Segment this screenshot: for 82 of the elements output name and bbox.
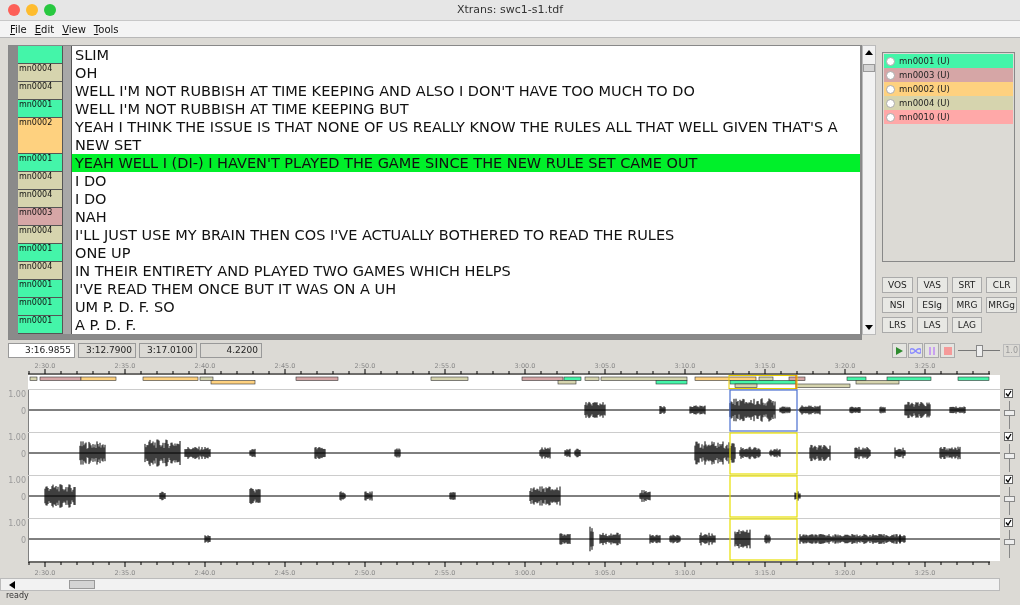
scale-label: 1.00 — [8, 476, 26, 485]
radio-button[interactable] — [886, 98, 895, 108]
scale-label: 1.00 — [8, 519, 26, 528]
slider-thumb[interactable] — [1004, 409, 1015, 416]
speaker-cell[interactable]: mn0001 — [18, 280, 62, 298]
scale-label: 1.00 — [8, 390, 26, 399]
maximize-icon[interactable] — [44, 4, 56, 16]
menu-item[interactable]: Tools — [93, 21, 119, 37]
radio-button[interactable] — [886, 70, 895, 80]
slider-thumb[interactable] — [1004, 452, 1015, 459]
checkbox[interactable] — [1004, 475, 1013, 484]
status-text: ready — [6, 591, 30, 601]
command-button[interactable]: CLR — [986, 277, 1017, 293]
speaker-cell[interactable]: mn0004 — [18, 82, 62, 100]
speed-value: 1.0 — [1003, 344, 1020, 357]
gain-slider[interactable] — [1004, 487, 1015, 515]
slider-thumb[interactable] — [1004, 495, 1015, 502]
gain-slider[interactable] — [1004, 444, 1015, 472]
checkbox[interactable] — [1004, 518, 1013, 527]
speaker-cell[interactable]: mn0004 — [18, 190, 62, 208]
speaker-cell[interactable]: mn0004 — [18, 226, 62, 244]
command-button[interactable]: MRGg — [986, 297, 1017, 313]
stop-button[interactable] — [940, 343, 956, 358]
time-display: 4.2200 — [200, 343, 262, 358]
slider-thumb[interactable] — [1004, 538, 1015, 545]
menu-item[interactable]: Edit — [34, 21, 55, 37]
menu-item[interactable]: View — [62, 21, 86, 37]
checkbox[interactable] — [1004, 432, 1013, 441]
command-button[interactable]: NSI — [882, 297, 913, 313]
pause-button[interactable] — [924, 343, 940, 358]
speaker-item[interactable]: mn0010 (U) — [884, 110, 1013, 124]
speaker-cell[interactable]: mn0001 — [18, 154, 62, 172]
play-button[interactable] — [892, 343, 908, 358]
speaker-cell[interactable]: mn0004 — [18, 262, 62, 280]
scroll-thumb[interactable] — [863, 64, 875, 72]
scroll-left-icon[interactable] — [7, 579, 17, 590]
gutter-cell — [62, 46, 72, 64]
speaker-item[interactable]: mn0001 (U) — [884, 54, 1013, 68]
loop-button[interactable] — [908, 343, 924, 358]
speaker-cell[interactable]: mn0002 — [18, 118, 62, 154]
speaker-cell[interactable]: mn0001 — [18, 100, 62, 118]
command-button[interactable]: ESIg — [916, 297, 948, 313]
command-button[interactable]: VAS — [916, 277, 948, 293]
time-field[interactable]: 3:16.9855 — [8, 343, 75, 358]
speaker-item[interactable]: mn0002 (U) — [884, 82, 1013, 96]
command-button[interactable]: MRG — [951, 297, 983, 313]
speaker-cell[interactable]: mn0001 — [18, 244, 62, 262]
command-button[interactable]: LRS — [882, 317, 913, 333]
speed-slider[interactable] — [958, 344, 1001, 357]
gutter-cell — [62, 316, 72, 334]
stop-icon — [943, 346, 952, 355]
checkbox[interactable] — [1004, 389, 1013, 398]
command-button[interactable]: VOS — [882, 277, 913, 293]
speaker-cell[interactable]: mn0003 — [18, 208, 62, 226]
command-button[interactable]: SRT — [951, 277, 983, 293]
speaker-cell[interactable]: mn0001 — [18, 298, 62, 316]
window-title: Xtrans: swc1-s1.tdf — [456, 1, 564, 18]
scrollbar[interactable] — [862, 45, 876, 335]
speaker-item[interactable]: mn0004 (U) — [884, 96, 1013, 110]
speaker-cell[interactable]: mn0004 — [18, 64, 62, 82]
speaker-item[interactable]: mn0003 (U) — [884, 68, 1013, 82]
menu-item[interactable]: File — [10, 21, 27, 37]
radio-button[interactable] — [886, 56, 895, 66]
close-icon[interactable] — [8, 4, 20, 16]
speaker-cell[interactable]: mn0001 — [18, 316, 62, 334]
command-button[interactable]: LAS — [916, 317, 948, 333]
horizontal-scrollbar[interactable] — [0, 578, 1000, 591]
play-icon — [896, 346, 904, 355]
radio-button[interactable] — [886, 112, 895, 122]
command-button[interactable]: LAG — [951, 317, 983, 333]
gain-slider[interactable] — [1004, 401, 1015, 429]
speaker-cell[interactable] — [18, 46, 62, 64]
radio-button[interactable] — [886, 84, 895, 94]
loop-icon — [910, 347, 922, 354]
pause-icon — [928, 346, 935, 355]
speaker-cell[interactable]: mn0004 — [18, 172, 62, 190]
time-display: 3:17.0100 — [139, 343, 197, 358]
time-display: 3:12.7900 — [78, 343, 136, 358]
slider-thumb[interactable] — [975, 344, 983, 357]
gain-slider[interactable] — [1004, 530, 1015, 558]
scroll-thumb[interactable] — [69, 580, 95, 589]
scale-label: 1.00 — [8, 433, 26, 442]
